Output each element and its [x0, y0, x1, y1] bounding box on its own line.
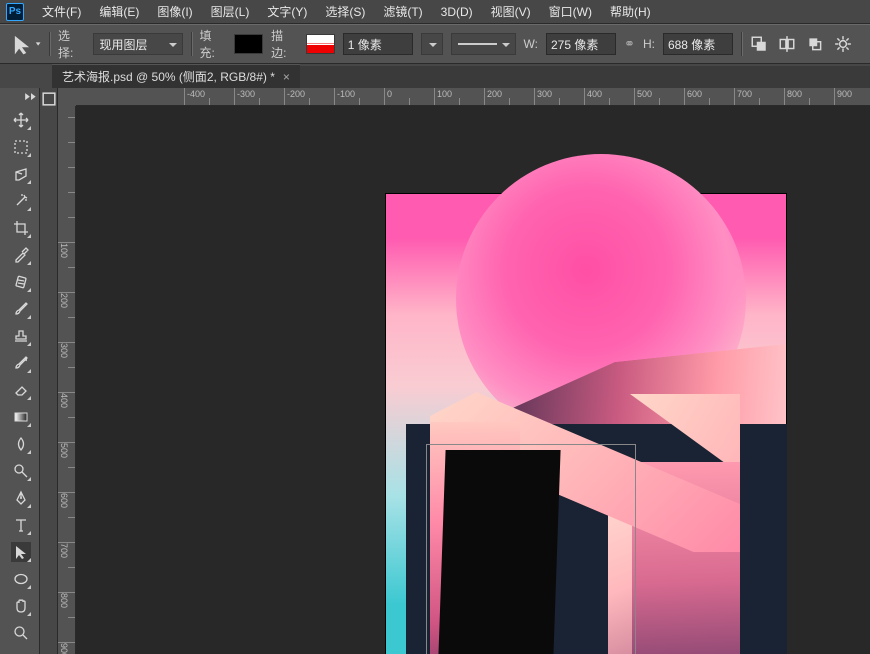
type-tool-icon[interactable]: [11, 515, 31, 535]
horizontal-ruler[interactable]: -400-300-200-100010020030040050060070080…: [76, 88, 870, 106]
menu-filter[interactable]: 滤镜(T): [375, 0, 430, 23]
width-field[interactable]: 275 像素: [546, 33, 616, 55]
stroke-swatch[interactable]: [306, 34, 335, 54]
ruler-gutter: [40, 88, 58, 654]
artwork-letter: [430, 382, 740, 632]
line-style-icon: [458, 43, 497, 45]
menu-type[interactable]: 文字(Y): [259, 0, 315, 23]
menu-select[interactable]: 选择(S): [317, 0, 373, 23]
menu-help[interactable]: 帮助(H): [602, 0, 659, 23]
selection-scope-value: 现用图层: [100, 36, 148, 53]
stroke-width-dropdown[interactable]: [421, 33, 443, 55]
marquee-tool-icon[interactable]: [11, 137, 31, 157]
stroke-label: 描边:: [271, 27, 297, 61]
height-label: H:: [643, 37, 655, 51]
selection-scope-dropdown[interactable]: 现用图层: [93, 33, 183, 55]
menu-window[interactable]: 窗口(W): [541, 0, 600, 23]
gear-icon[interactable]: [834, 35, 852, 53]
menu-3d[interactable]: 3D(D): [433, 2, 481, 22]
fill-label: 填充:: [199, 27, 225, 61]
collapse-toolbar-icon[interactable]: [24, 92, 38, 102]
ruler-origin[interactable]: [58, 88, 76, 106]
move-tool-icon[interactable]: [11, 110, 31, 130]
path-arrangement-icon[interactable]: [806, 35, 824, 53]
crop-tool-icon[interactable]: [11, 218, 31, 238]
height-field[interactable]: 688 像素: [663, 33, 733, 55]
path-selection-tool-icon[interactable]: [11, 542, 31, 562]
path-operations-icon[interactable]: [750, 35, 768, 53]
eraser-tool-icon[interactable]: [11, 380, 31, 400]
options-bar: 选择: 现用图层 填充: 描边: 1 像素 W: 275 像素 ⚭ H: 688…: [0, 24, 870, 64]
ellipse-tool-icon[interactable]: [11, 569, 31, 589]
gutter-button-icon[interactable]: [42, 92, 56, 106]
menu-layer[interactable]: 图层(L): [203, 0, 258, 23]
divider: [191, 32, 192, 56]
menu-file[interactable]: 文件(F): [34, 0, 89, 23]
document-tabs: 艺术海报.psd @ 50% (侧面2, RGB/8#) * ×: [0, 64, 870, 88]
document-tab-label: 艺术海报.psd @ 50% (侧面2, RGB/8#) *: [62, 68, 275, 85]
menubar: Ps 文件(F) 编辑(E) 图像(I) 图层(L) 文字(Y) 选择(S) 滤…: [0, 0, 870, 24]
tool-palette: [0, 88, 40, 654]
stamp-tool-icon[interactable]: [11, 326, 31, 346]
artboard[interactable]: [386, 194, 786, 654]
eyedropper-tool-icon[interactable]: [11, 245, 31, 265]
history-brush-tool-icon[interactable]: [11, 353, 31, 373]
hand-tool-icon[interactable]: [11, 596, 31, 616]
menu-image[interactable]: 图像(I): [149, 0, 200, 23]
app-logo: Ps: [6, 3, 24, 21]
dodge-tool-icon[interactable]: [11, 461, 31, 481]
menu-view[interactable]: 视图(V): [483, 0, 539, 23]
stroke-width-field[interactable]: 1 像素: [343, 33, 413, 55]
brush-tool-icon[interactable]: [11, 299, 31, 319]
pen-tool-icon[interactable]: [11, 488, 31, 508]
zoom-tool-icon[interactable]: [11, 623, 31, 643]
vertical-ruler[interactable]: 100200300400500600700800900100011001200: [58, 106, 76, 654]
blur-tool-icon[interactable]: [11, 434, 31, 454]
path-alignment-icon[interactable]: [778, 35, 796, 53]
close-icon[interactable]: ×: [283, 70, 290, 84]
document-tab[interactable]: 艺术海报.psd @ 50% (侧面2, RGB/8#) * ×: [52, 64, 300, 88]
width-label: W:: [524, 37, 538, 51]
divider: [49, 32, 50, 56]
canvas-area[interactable]: [76, 106, 870, 654]
lasso-tool-icon[interactable]: [11, 164, 31, 184]
fill-swatch[interactable]: [234, 34, 263, 54]
patch-tool-icon[interactable]: [11, 272, 31, 292]
stroke-style-dropdown[interactable]: [451, 33, 516, 55]
menu-edit[interactable]: 编辑(E): [91, 0, 147, 23]
selection-scope-label: 选择:: [58, 27, 84, 61]
current-tool-indicator[interactable]: [8, 33, 41, 55]
magic-wand-tool-icon[interactable]: [11, 191, 31, 211]
gradient-tool-icon[interactable]: [11, 407, 31, 427]
divider: [741, 32, 742, 56]
link-wh-icon[interactable]: ⚭: [624, 36, 635, 52]
